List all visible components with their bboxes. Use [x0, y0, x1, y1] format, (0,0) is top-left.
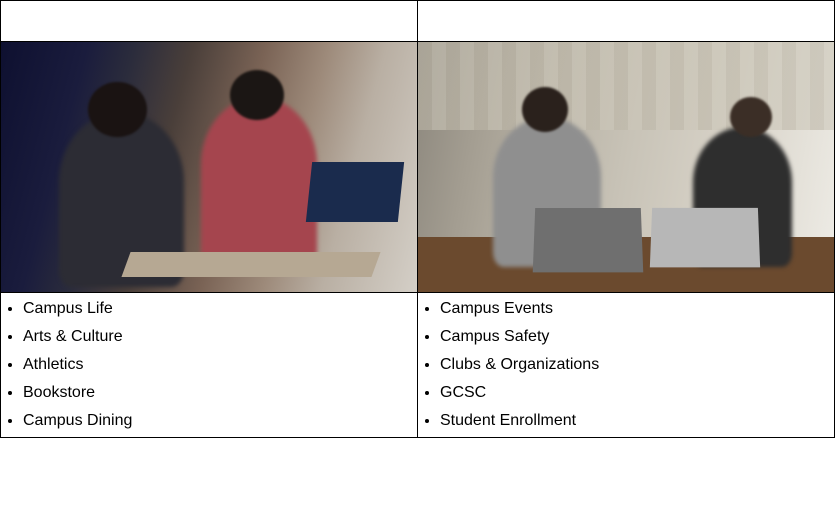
image-row: [1, 42, 835, 293]
header-row: [1, 1, 835, 42]
left-list: Campus Life Arts & Culture Athletics Boo…: [1, 297, 417, 433]
campus-photo-left: [1, 42, 417, 292]
list-item: Student Enrollment: [440, 409, 834, 433]
list-item: Campus Safety: [440, 325, 834, 349]
list-item: Clubs & Organizations: [440, 353, 834, 377]
list-item: Bookstore: [23, 381, 417, 405]
list-item: Campus Dining: [23, 409, 417, 433]
list-row: Campus Life Arts & Culture Athletics Boo…: [1, 293, 835, 438]
image-cell-left: [1, 42, 418, 293]
list-item: Campus Life: [23, 297, 417, 321]
header-cell-right: [418, 1, 835, 42]
campus-photo-right: [418, 42, 834, 292]
list-item: Campus Events: [440, 297, 834, 321]
header-cell-left: [1, 1, 418, 42]
list-item: Athletics: [23, 353, 417, 377]
list-cell-right: Campus Events Campus Safety Clubs & Orga…: [418, 293, 835, 438]
right-list: Campus Events Campus Safety Clubs & Orga…: [418, 297, 834, 433]
two-column-table: Campus Life Arts & Culture Athletics Boo…: [0, 0, 835, 438]
list-cell-left: Campus Life Arts & Culture Athletics Boo…: [1, 293, 418, 438]
image-cell-right: [418, 42, 835, 293]
list-item: GCSC: [440, 381, 834, 405]
list-item: Arts & Culture: [23, 325, 417, 349]
